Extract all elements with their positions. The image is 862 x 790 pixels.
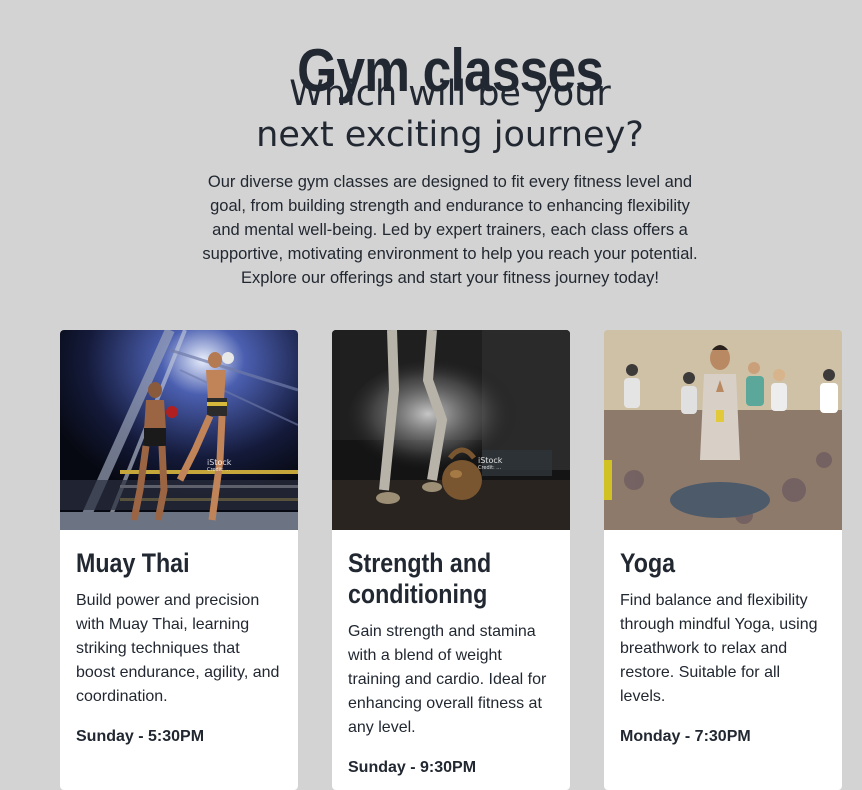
class-card-strength[interactable]: iStock Credit: ... Strength and conditio… xyxy=(332,330,570,790)
page-subtitle: Which will be your next exciting journey… xyxy=(256,74,644,155)
watermark-text: iStock xyxy=(207,458,232,467)
muay-thai-photo: iStock Credit: ... xyxy=(60,330,298,530)
card-description: Gain strength and stamina with a blend o… xyxy=(348,623,547,736)
card-title: Yoga xyxy=(620,548,676,578)
page-intro: Our diverse gym classes are designed to … xyxy=(202,173,698,287)
card-schedule: Monday - 7:30PM xyxy=(620,728,751,745)
yoga-photo xyxy=(604,330,842,530)
card-title: Strength and conditioning xyxy=(348,548,492,609)
class-card-muay-thai[interactable]: iStock Credit: ... Muay Thai Build power… xyxy=(60,330,298,790)
strength-photo: iStock Credit: ... xyxy=(332,330,570,530)
card-schedule: Sunday - 5:30PM xyxy=(76,728,205,745)
class-card-yoga[interactable]: Yoga Find balance and flexibility throug… xyxy=(604,330,842,790)
watermark-text: iStock xyxy=(478,456,503,465)
watermark-credit: Credit: ... xyxy=(478,465,502,471)
istock-watermark: iStock Credit: ... xyxy=(478,456,502,471)
istock-watermark: iStock Credit: ... xyxy=(207,458,231,473)
watermark-credit: Credit: ... xyxy=(207,467,231,473)
card-description: Find balance and flexibility through min… xyxy=(620,592,818,705)
card-title: Muay Thai xyxy=(76,548,190,578)
card-schedule: Sunday - 9:30PM xyxy=(348,759,477,776)
card-description: Build power and precision with Muay Thai… xyxy=(76,592,280,705)
